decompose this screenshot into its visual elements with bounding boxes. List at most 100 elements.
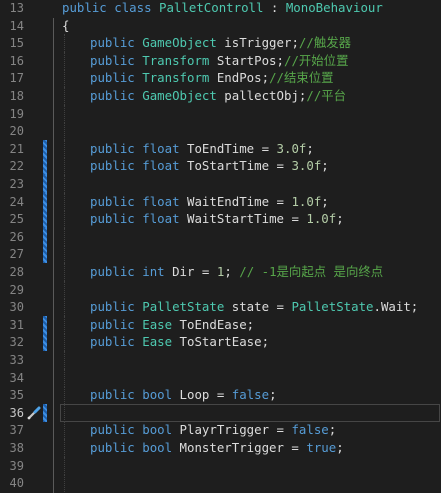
code-line[interactable]: 34: [0, 368, 441, 387]
code-token: WaitEndTime =: [179, 193, 292, 209]
line-number: 30: [9, 300, 24, 315]
indent-guide: [64, 87, 65, 105]
code-token: 1.0f: [306, 211, 337, 227]
line-number: 25: [9, 212, 24, 227]
code-token: public: [90, 70, 135, 86]
code-token: //结束位置: [269, 70, 334, 86]
indent-guide: [64, 34, 65, 53]
code-line[interactable]: 14 {: [0, 17, 441, 35]
code-token: class: [114, 0, 152, 15]
change-marker: [43, 157, 47, 176]
code-line[interactable]: 16 public Transform StartPos;//开始位置: [0, 51, 441, 70]
line-number: 18: [9, 89, 24, 103]
code-text: public class PalletControll : MonoBehavi…: [62, 0, 383, 17]
code-token: PlayrTrigger =: [172, 422, 292, 438]
code-text: public Transform EndPos;//结束位置: [90, 69, 334, 87]
code-line[interactable]: 31 public Ease ToEndEase;: [0, 315, 441, 334]
change-marker: [43, 210, 47, 229]
code-token: public: [90, 193, 135, 209]
code-token: 3.0f: [276, 140, 307, 156]
code-text: public PalletState state = PalletState.W…: [90, 298, 418, 316]
line-number: 37: [9, 423, 24, 438]
code-line[interactable]: 36: [0, 403, 441, 422]
change-marker: [43, 333, 47, 352]
code-token: state =: [224, 299, 292, 315]
code-text: public Ease ToEndEase;: [90, 316, 254, 334]
code-text: public bool PlayrTrigger = false;: [90, 421, 336, 439]
code-token: StartPos;: [209, 52, 284, 68]
indent-guide: [64, 456, 65, 475]
code-token: EndPos;: [209, 70, 270, 86]
line-number: 21: [9, 141, 24, 156]
indent-guide: [64, 51, 65, 70]
change-marker: [43, 139, 47, 158]
code-text: public bool Loop = false;: [90, 386, 277, 404]
code-token: ;: [328, 422, 337, 438]
code-text: public float WaitEndTime = 1.0f;: [90, 193, 329, 211]
code-token: PalletState: [142, 299, 225, 315]
code-token: ;: [321, 193, 329, 209]
code-token: public: [90, 88, 135, 103]
line-number: 16: [9, 53, 24, 68]
code-line[interactable]: 38 public bool MonsterTrigger = true;: [0, 439, 441, 457]
code-line[interactable]: 25 public float WaitStartTime = 1.0f;: [0, 210, 441, 229]
code-line[interactable]: 29: [0, 280, 441, 299]
code-line[interactable]: 35 public bool Loop = false;: [0, 386, 441, 405]
code-line[interactable]: 18 public GameObject pallectObj;//平台: [0, 87, 441, 105]
code-text: public float ToEndTime = 3.0f;: [90, 140, 314, 158]
change-marker: [43, 175, 47, 193]
code-editor[interactable]: 13 public class PalletControll : MonoBeha…: [0, 0, 441, 493]
code-line[interactable]: 30 public PalletState state = PalletState…: [0, 298, 441, 317]
line-number: 38: [9, 441, 24, 455]
code-line[interactable]: 32 public Ease ToStartEase;: [0, 333, 441, 352]
line-number: 39: [9, 458, 24, 473]
code-token: //触发器: [298, 35, 351, 51]
code-line[interactable]: 40: [0, 474, 441, 493]
code-token: Loop =: [172, 387, 232, 403]
code-token: {: [62, 17, 70, 33]
code-text: public Transform StartPos;//开始位置: [90, 52, 348, 70]
indent-guide: [64, 298, 65, 317]
code-line[interactable]: 28 public int Dir = 1; // -1是向起点 是向终点: [0, 263, 441, 281]
line-number: 33: [9, 353, 24, 367]
code-text: public GameObject pallectObj;//平台: [90, 87, 346, 105]
change-marker: [43, 227, 47, 246]
code-line[interactable]: 24 public float WaitEndTime = 1.0f;: [0, 192, 441, 211]
code-text: {: [62, 17, 69, 35]
code-text: public Ease ToStartEase;: [90, 333, 269, 351]
code-line[interactable]: 17 public Transform EndPos;//结束位置: [0, 69, 441, 88]
code-line[interactable]: 21 public float ToEndTime = 3.0f;: [0, 139, 441, 158]
code-line[interactable]: 39: [0, 456, 441, 475]
line-number: 32: [9, 335, 24, 350]
code-text: public int Dir = 1; // -1是向起点 是向终点: [90, 263, 383, 281]
change-marker: [43, 192, 47, 211]
indent-guide: [64, 69, 65, 88]
code-token: public: [90, 52, 135, 68]
code-token: bool: [142, 440, 173, 455]
indent-guide: [64, 210, 65, 229]
code-line[interactable]: 15 public GameObject isTrigger;//触发器: [0, 34, 441, 53]
screwdriver-icon[interactable]: [26, 405, 42, 421]
code-token: ;: [336, 211, 344, 227]
code-line[interactable]: 37 public bool PlayrTrigger = false;: [0, 421, 441, 440]
code-token: PalletState: [291, 299, 374, 315]
code-line[interactable]: 27: [0, 245, 441, 264]
code-line[interactable]: 13 public class PalletControll : MonoBeha…: [0, 0, 441, 17]
code-token: 3.0f: [291, 158, 322, 174]
line-number: 27: [9, 247, 24, 262]
code-line[interactable]: 20: [0, 122, 441, 141]
code-token: bool: [142, 422, 173, 438]
code-token: public: [90, 440, 135, 455]
line-number: 29: [9, 282, 24, 297]
code-token: pallectObj;: [216, 88, 307, 103]
code-line[interactable]: 19: [0, 104, 441, 123]
code-line[interactable]: 33: [0, 351, 441, 369]
code-token: ToEndEase;: [172, 316, 255, 332]
code-token: isTrigger;: [216, 35, 299, 51]
code-line[interactable]: 23: [0, 175, 441, 193]
code-token: ;: [224, 264, 240, 279]
code-token: 1.0f: [291, 193, 322, 209]
code-line[interactable]: 22 public float ToStartTime = 3.0f;: [0, 157, 441, 176]
line-number: 20: [9, 124, 24, 139]
code-line[interactable]: 26: [0, 227, 441, 246]
